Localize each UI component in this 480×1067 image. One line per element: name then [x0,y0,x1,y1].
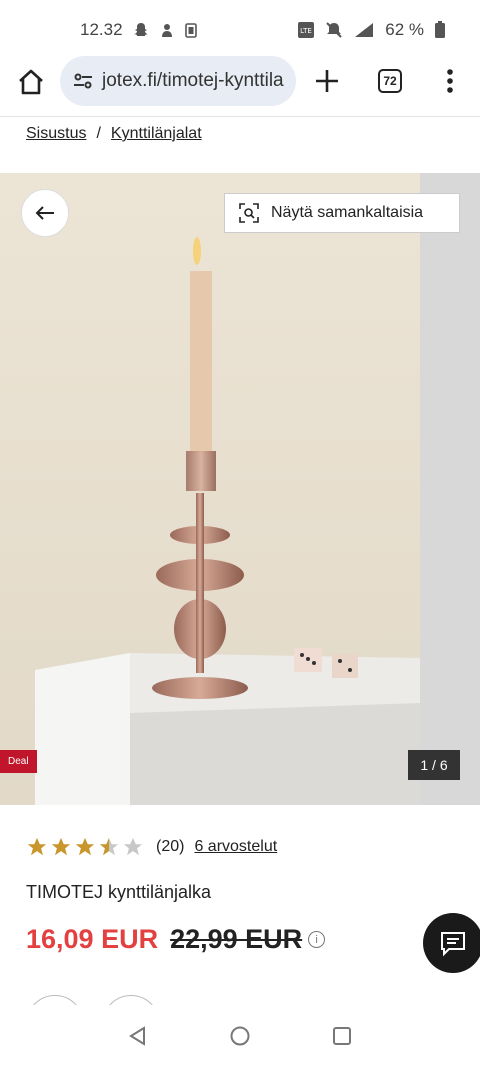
svg-text:LTE: LTE [300,27,312,35]
tab-count: 72 [383,74,397,88]
show-similar-button[interactable]: Näytä samankaltaisia [224,193,460,233]
rating-count: (20) [156,838,185,855]
sale-price: 16,09 EUR [26,924,159,954]
mute-icon [326,22,342,38]
product-title: TIMOTEJ kynttilänjalka [26,882,212,902]
next-image-preview[interactable] [420,173,480,805]
deal-badge: Deal [0,750,37,773]
product-photo [0,173,420,805]
rating-row: (20) 6 arvostelut [26,836,277,858]
back-button[interactable] [21,189,69,237]
price-info-icon[interactable]: i [308,931,326,948]
breadcrumb-separator: / [96,125,101,142]
chat-button[interactable] [423,913,480,973]
tab-switcher-button[interactable]: 72 [378,69,402,93]
show-similar-label: Näytä samankaltaisia [271,204,424,221]
header-divider [0,116,480,117]
url-text: jotex.fi/timotej-kynttila [102,70,284,91]
price-row: 16,09 EUR 22,99 EUR i [26,924,326,955]
star-rating [26,836,144,858]
status-time: 12.32 [80,20,123,39]
battery-saver-icon [184,23,197,38]
product-image-gallery[interactable]: Näytä samankaltaisia Deal 1 / 6 [0,173,480,805]
battery-icon [435,21,445,38]
site-settings-icon[interactable] [72,70,94,92]
system-navigation-bar [0,1005,480,1067]
status-bar: 12.32 LTE 62 % [0,0,480,60]
star-full-icon [75,837,95,856]
nav-back-icon[interactable] [127,1025,149,1047]
chat-icon [441,932,465,957]
arrow-left-icon [35,206,54,220]
new-tab-icon[interactable] [314,68,340,94]
volte-icon: LTE [298,22,315,38]
notification-app-icon [161,24,172,37]
star-half-icon [99,837,119,856]
breadcrumb-link-sisustus[interactable]: Sisustus [26,125,86,143]
breadcrumb-link-kynttilanjalat[interactable]: Kynttilänjalat [111,125,202,143]
nav-home-icon[interactable] [229,1025,251,1047]
breadcrumb: Sisustus / Kynttilänjalat [26,125,202,143]
nav-recents-icon[interactable] [331,1025,353,1047]
battery-percent: 62 % [385,20,424,39]
more-menu-icon[interactable] [446,68,454,94]
image-counter: 1 / 6 [408,750,460,780]
star-full-icon [27,837,47,856]
reviews-link[interactable]: 6 arvostelut [194,838,277,856]
original-price: 22,99 EUR [170,924,303,954]
visual-search-icon [239,203,259,223]
browser-toolbar: jotex.fi/timotej-kynttila 72 [0,56,480,108]
address-bar[interactable]: jotex.fi/timotej-kynttila [60,56,296,106]
home-icon[interactable] [17,68,45,96]
star-full-icon [51,837,71,856]
snapchat-icon [133,23,148,36]
signal-icon [355,23,374,37]
star-empty-icon [123,837,143,856]
